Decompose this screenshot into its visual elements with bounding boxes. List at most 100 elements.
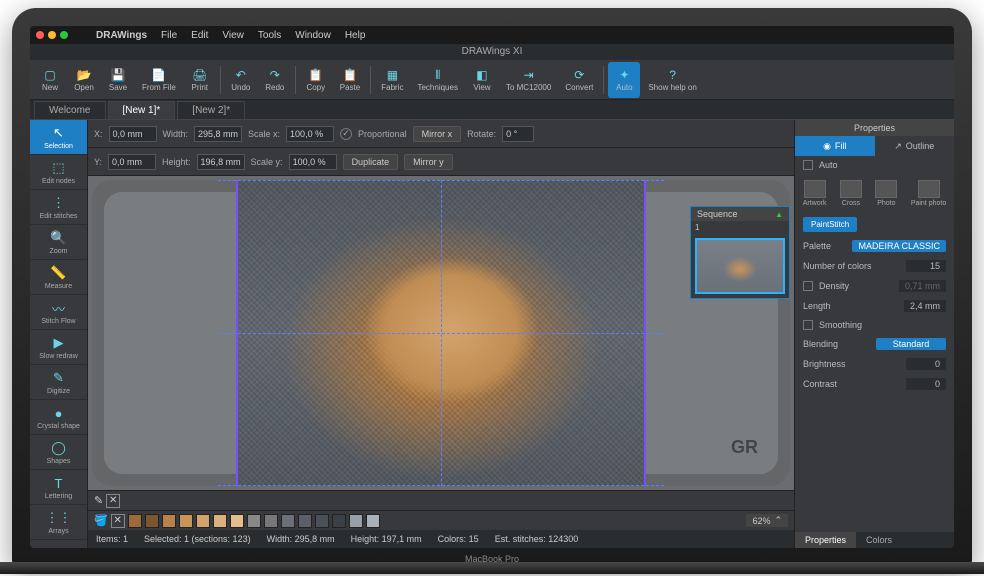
color-swatch[interactable] (145, 514, 159, 528)
contrast-value[interactable]: 0 (906, 378, 946, 390)
mirrory-button[interactable]: Mirror y (404, 154, 453, 170)
mirrorx-button[interactable]: Mirror x (413, 126, 462, 142)
menu-edit[interactable]: Edit (191, 30, 208, 41)
tool-shapes[interactable]: ◯Shapes (30, 435, 87, 470)
toolbar-copy-button[interactable]: 📋Copy (300, 62, 332, 98)
toolbar-view-button[interactable]: ◧View (466, 62, 498, 98)
tab-New1[interactable]: [New 1]* (108, 101, 176, 119)
density-value[interactable]: 0,71 mm (899, 280, 946, 292)
toolbar-print-button[interactable]: 🖨Print (184, 62, 216, 98)
tool-zoom[interactable]: 🔍Zoom (30, 225, 87, 260)
rotate-input[interactable] (502, 126, 534, 142)
menu-tools[interactable]: Tools (258, 30, 281, 41)
toolbar-to-mc12000-button[interactable]: ⇥To MC12000 (500, 62, 557, 98)
tab-New2[interactable]: [New 2]* (177, 101, 245, 119)
tool-slow-redraw[interactable]: ▶Slow redraw (30, 330, 87, 365)
tool-measure[interactable]: 📏Measure (30, 260, 87, 295)
toolbar-techniques-button[interactable]: ⦀Techniques (411, 62, 463, 98)
color-swatch[interactable] (281, 514, 295, 528)
toolbar-fabric-button[interactable]: ▦Fabric (375, 62, 409, 98)
color-swatch[interactable] (349, 514, 363, 528)
paintstitch-button[interactable]: PaintStitch (803, 217, 857, 232)
width-input[interactable] (194, 126, 242, 142)
outline-tab[interactable]: ↗Outline (875, 136, 955, 156)
color-swatch[interactable] (179, 514, 193, 528)
tool-color-manager[interactable]: ◐Color manager (30, 540, 87, 548)
toolbar-paste-button[interactable]: 📋Paste (334, 62, 366, 98)
design-selection[interactable] (236, 180, 646, 486)
auto-checkbox[interactable] (803, 160, 813, 170)
type-photo[interactable]: Photo (875, 180, 897, 207)
color-swatch[interactable] (366, 514, 380, 528)
smoothing-checkbox[interactable] (803, 320, 813, 330)
palette-select[interactable]: MADEIRA CLASSIC (852, 240, 946, 252)
type-paint-photo[interactable]: Paint photo (911, 180, 946, 207)
menu-file[interactable]: File (161, 30, 177, 41)
scaley-input[interactable] (289, 154, 337, 170)
color-swatch[interactable] (264, 514, 278, 528)
color-swatch[interactable] (196, 514, 210, 528)
tool-digitize[interactable]: ✎Digitize (30, 365, 87, 400)
color-swatch[interactable] (128, 514, 142, 528)
y-input[interactable] (108, 154, 156, 170)
tab-Welcome[interactable]: Welcome (34, 101, 106, 119)
blending-select[interactable]: Standard (876, 338, 946, 350)
properties-tab[interactable]: Properties (795, 532, 856, 548)
brightness-value[interactable]: 0 (906, 358, 946, 370)
menu-view[interactable]: View (222, 30, 244, 41)
sequence-title: Sequence (697, 209, 738, 219)
fabric-icon: ▦ (384, 67, 400, 83)
tool-lettering[interactable]: TLettering (30, 470, 87, 505)
tool-stitch-flow[interactable]: 〰Stitch Flow (30, 295, 87, 330)
height-label: Height: (162, 157, 191, 167)
color-swatch[interactable] (230, 514, 244, 528)
length-value[interactable]: 2,4 mm (904, 300, 946, 312)
menu-help[interactable]: Help (345, 30, 366, 41)
tool-crystal-shape[interactable]: ●Crystal shape (30, 400, 87, 435)
no-fill-icon[interactable]: ✕ (111, 514, 125, 528)
density-checkbox[interactable] (803, 281, 813, 291)
proportional-check[interactable]: ✓ (340, 128, 352, 140)
canvas[interactable]: GR (92, 180, 790, 486)
tool-edit-nodes[interactable]: ⬚Edit nodes (30, 155, 87, 190)
toolbar-open-button[interactable]: 📂Open (68, 62, 100, 98)
fill-tab[interactable]: ◉Fill (795, 136, 875, 156)
color-swatch[interactable] (298, 514, 312, 528)
toolbar-save-button[interactable]: 💾Save (102, 62, 134, 98)
menu-app[interactable]: DRAWings (96, 30, 147, 41)
sequence-collapse-icon[interactable]: ▲ (775, 210, 783, 219)
no-stroke-icon[interactable]: ✕ (106, 494, 120, 508)
toolbar-from-file-button[interactable]: 📄From File (136, 62, 182, 98)
toolbar-auto-button[interactable]: ✦Auto (608, 62, 640, 98)
undo-icon: ↶ (233, 67, 249, 83)
tool-arrays[interactable]: ⋮⋮Arrays (30, 505, 87, 540)
tool-selection[interactable]: ↖Selection (30, 120, 87, 155)
duplicate-button[interactable]: Duplicate (343, 154, 399, 170)
color-swatch[interactable] (247, 514, 261, 528)
type-cross[interactable]: Cross (840, 180, 862, 207)
tool-edit-stitches[interactable]: ⋮Edit stitches (30, 190, 87, 225)
toolbar-convert-button[interactable]: ⟳Convert (559, 62, 599, 98)
toolbar-redo-button[interactable]: ↷Redo (259, 62, 291, 98)
colors-tab[interactable]: Colors (856, 532, 902, 548)
color-swatch[interactable] (315, 514, 329, 528)
menu-window[interactable]: Window (295, 30, 331, 41)
color-swatch[interactable] (162, 514, 176, 528)
color-swatch[interactable] (332, 514, 346, 528)
numcolors-value[interactable]: 15 (906, 260, 946, 272)
scalex-input[interactable] (286, 126, 334, 142)
toolbar-undo-button[interactable]: ↶Undo (225, 62, 257, 98)
zoom-control[interactable]: 62% ⌃ (746, 514, 788, 527)
length-label: Length (803, 301, 831, 311)
sequence-panel[interactable]: Sequence▲ 1 (690, 206, 790, 299)
toolbar-show-help-on-button[interactable]: ?Show help on (642, 62, 702, 98)
color-swatch[interactable] (213, 514, 227, 528)
height-input[interactable] (197, 154, 245, 170)
bucket-icon[interactable]: 🪣 (94, 514, 108, 527)
type-artwork[interactable]: Artwork (803, 180, 827, 207)
sequence-thumbnail[interactable] (695, 238, 785, 294)
pen-icon[interactable]: ✎ (94, 494, 103, 507)
window-controls[interactable] (36, 31, 68, 39)
toolbar-new-button[interactable]: ▢New (34, 62, 66, 98)
x-input[interactable] (109, 126, 157, 142)
